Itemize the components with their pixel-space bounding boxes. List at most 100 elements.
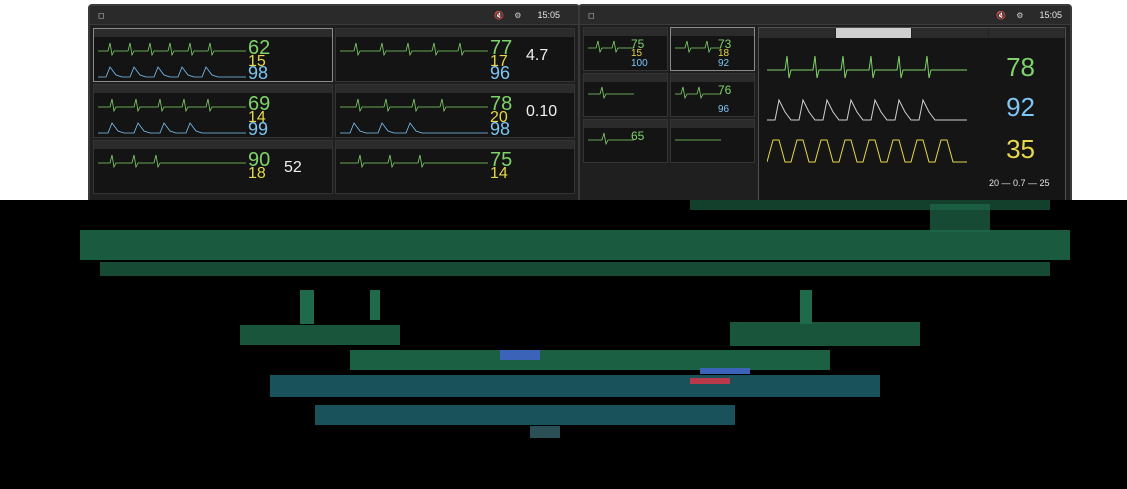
- patient-tile[interactable]: 78 20 98 0.10: [335, 84, 575, 138]
- mini-patient-tile[interactable]: 65: [583, 119, 668, 163]
- tile-header: [584, 28, 667, 36]
- glitch-block: [500, 350, 540, 360]
- resp-rate-value: 14: [490, 165, 508, 182]
- ecg-waveform: [675, 38, 721, 68]
- clock: 15:05: [537, 10, 560, 20]
- tile-header: [94, 85, 332, 93]
- detail-tab[interactable]: [835, 28, 912, 38]
- glitch-block: [690, 378, 730, 384]
- ecg-waveform: [675, 84, 721, 114]
- left-patient-grid: 62 15 98 77 17 96 4.7 69 14 99 78 20 98 …: [90, 25, 578, 197]
- patient-detail-panel: 78 92 35 20 — 0.7 — 25: [758, 27, 1066, 206]
- spo2-value: 96: [490, 63, 511, 82]
- vitals-panel: 75 15 100: [631, 37, 665, 70]
- glitch-block: [690, 200, 1050, 210]
- heart-rate-value: 65: [631, 129, 645, 143]
- clock: 15:05: [1039, 10, 1062, 20]
- spo2-value: 99: [248, 119, 269, 138]
- spo2-value: 98: [248, 63, 269, 82]
- vitals-panel: 62 15 98: [248, 37, 328, 82]
- tile-header: [671, 74, 754, 82]
- logo-icon: ◻: [588, 10, 595, 20]
- vitals-panel: 76 96: [718, 83, 752, 116]
- patient-tile[interactable]: 90 18 52: [93, 140, 333, 194]
- patient-tile[interactable]: 62 15 98: [93, 28, 333, 82]
- resp-waveform-large: [766, 132, 967, 168]
- spo2-value: 100: [631, 58, 648, 69]
- ecg-waveform: [340, 151, 488, 193]
- extra-value: 4.7: [526, 47, 549, 64]
- tile-header: [671, 120, 754, 128]
- glitch-block: [370, 290, 380, 320]
- detail-tab[interactable]: [759, 28, 836, 38]
- vitals-panel: 78 20 98 0.10: [490, 93, 570, 138]
- mini-patient-tile[interactable]: 76 96: [670, 73, 755, 117]
- heart-rate-value: 76: [718, 83, 732, 97]
- ecg-waveform: [675, 130, 721, 160]
- glitch-block: [100, 262, 1050, 276]
- settings-button[interactable]: ⚙: [514, 11, 521, 20]
- tile-header: [336, 85, 574, 93]
- ecg-waveform: [588, 84, 634, 114]
- detail-tab[interactable]: [988, 28, 1065, 38]
- glitch-block: [530, 426, 560, 438]
- vitals-panel: 65: [631, 129, 665, 162]
- ecg-waveform-large: [767, 50, 967, 86]
- resp-rate-large: 35: [1006, 134, 1035, 164]
- ecg-waveform: [98, 39, 246, 81]
- tile-header: [94, 29, 332, 37]
- spo2-value: 92: [718, 58, 730, 69]
- heart-rate-large: 78: [1006, 52, 1035, 82]
- resp-rate-value: 18: [248, 165, 266, 182]
- glitch-block: [730, 322, 920, 346]
- patient-tile[interactable]: 77 17 96 4.7: [335, 28, 575, 82]
- mini-patient-tile[interactable]: 75 15 100: [583, 27, 668, 71]
- settings-button[interactable]: ⚙: [1016, 11, 1023, 20]
- spo2-value: 96: [718, 104, 730, 115]
- ecg-waveform: [588, 38, 634, 68]
- mini-patient-tile[interactable]: [670, 119, 755, 163]
- glitch-block: [700, 368, 750, 374]
- logo-icon: ◻: [98, 10, 105, 20]
- left-monitor: ◻ 🔇 ⚙ 15:05 62 15 98 77 17 96 4.7 69 14 …: [88, 4, 580, 208]
- spo2-value: 98: [490, 119, 511, 138]
- ecg-waveform: [340, 95, 488, 137]
- left-brand: ◻: [98, 11, 109, 20]
- pleth-waveform-large: [767, 90, 967, 126]
- vitals-panel: 73 18 92: [718, 37, 752, 70]
- glitch-block: [270, 375, 880, 397]
- left-top-bar: ◻ 🔇 ⚙ 15:05: [90, 6, 578, 25]
- right-brand: ◻: [588, 11, 599, 20]
- glitch-block: [300, 290, 314, 324]
- ecg-waveform: [98, 95, 246, 137]
- mini-patient-tile[interactable]: [583, 73, 668, 117]
- mini-patient-tile[interactable]: 73 18 92: [670, 27, 755, 71]
- patient-tile[interactable]: 75 14: [335, 140, 575, 194]
- ecg-waveform: [340, 39, 488, 81]
- ecg-waveform: [588, 130, 634, 160]
- glitch-block: [800, 290, 812, 324]
- tile-header: [584, 120, 667, 128]
- vitals-panel: 77 17 96 4.7: [490, 37, 570, 82]
- tile-header: [336, 29, 574, 37]
- tile-header: [584, 74, 667, 82]
- patient-tile[interactable]: 69 14 99: [93, 84, 333, 138]
- detail-tab[interactable]: [912, 28, 989, 38]
- alarm-silence-button[interactable]: 🔇: [494, 11, 504, 20]
- detail-tabs: [759, 28, 1065, 38]
- glitch-block: [240, 325, 400, 345]
- extra-value: 52: [284, 159, 302, 176]
- tile-header: [671, 28, 754, 36]
- pressure-readout: 20 — 0.7 — 25: [989, 178, 1050, 188]
- vitals-panel: 69 14 99: [248, 93, 328, 138]
- tile-header: [336, 141, 574, 149]
- right-top-bar: ◻ 🔇 ⚙ 15:05: [580, 6, 1070, 25]
- glitch-block: [315, 405, 735, 425]
- vitals-panel: 90 18 52: [248, 149, 328, 193]
- glitch-block: [80, 230, 1070, 260]
- alarm-silence-button[interactable]: 🔇: [996, 11, 1006, 20]
- glitch-block: [350, 350, 830, 370]
- right-monitor: ◻ 🔇 ⚙ 15:05 75 15 100 73 18 92 76 96 65 …: [578, 4, 1072, 208]
- ecg-waveform: [98, 151, 246, 193]
- vitals-panel: [631, 84, 665, 116]
